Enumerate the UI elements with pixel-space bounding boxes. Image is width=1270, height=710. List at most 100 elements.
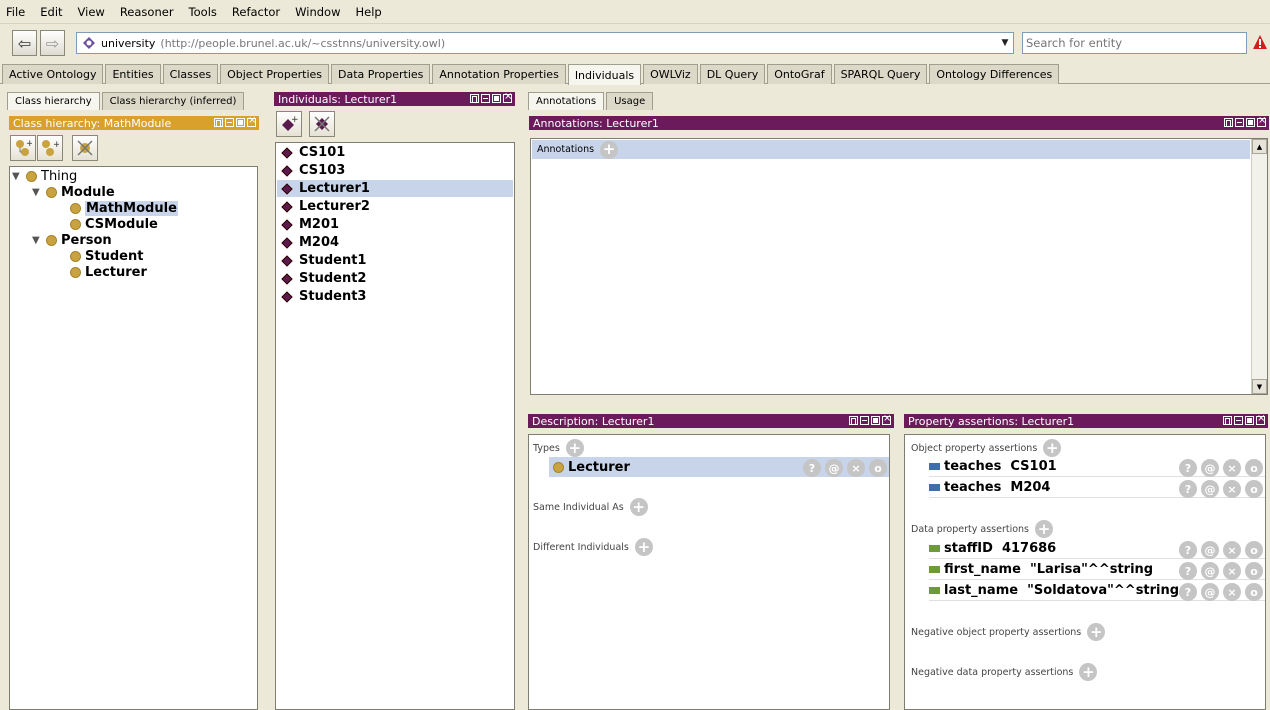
explain-icon[interactable]: ? [803,459,821,477]
search-input[interactable] [1022,32,1247,54]
list-item[interactable]: Student1 [277,252,513,269]
close-icon[interactable] [1256,413,1265,425]
tree-node-person[interactable]: ▼ Person [32,232,112,248]
tab-usage[interactable]: Usage [606,92,654,110]
scroll-down-icon[interactable]: ▼ [1252,379,1267,394]
tab-annotations[interactable]: Annotations [528,92,605,110]
list-item[interactable]: Student3 [277,288,513,305]
back-button[interactable]: ⇦ [12,30,37,56]
tab-sparql-query[interactable]: SPARQL Query [833,64,928,84]
edit-icon[interactable]: o [1245,562,1263,580]
tab-object-properties[interactable]: Object Properties [220,64,330,84]
delete-icon[interactable]: × [1223,459,1241,477]
list-item[interactable]: Lecturer2 [277,198,513,215]
close-icon[interactable] [882,413,891,425]
object-assertion-row[interactable]: teaches CS101 ? @ × o [929,457,1265,477]
tab-data-properties[interactable]: Data Properties [331,64,431,84]
pane-window-buttons[interactable] [214,115,256,127]
maximize-icon[interactable] [1245,416,1254,425]
delete-icon[interactable]: × [1223,583,1241,601]
list-item[interactable]: Student2 [277,270,513,287]
explain-icon[interactable]: ? [1179,541,1197,559]
edit-icon[interactable]: o [1245,541,1263,559]
close-icon[interactable] [1257,115,1266,127]
minimize-icon[interactable] [860,416,869,425]
restore-icon[interactable] [1223,416,1232,425]
tab-dl-query[interactable]: DL Query [699,64,766,84]
tree-node-mathmodule[interactable]: MathModule [70,200,178,216]
object-assertion-row[interactable]: teaches M204 ? @ × o [929,478,1265,498]
menu-edit[interactable]: Edit [34,5,71,19]
delete-icon[interactable]: × [1223,562,1241,580]
tree-node-module[interactable]: ▼ Module [32,184,115,200]
restore-icon[interactable] [470,94,479,103]
delete-individual-button[interactable] [309,111,335,137]
expand-triangle-icon[interactable]: ▼ [32,187,42,198]
edit-icon[interactable]: o [869,459,887,477]
add-negative-data-property-icon[interactable]: + [1079,663,1098,681]
delete-class-button[interactable] [72,135,98,161]
tab-owlviz[interactable]: OWLViz [643,64,698,84]
edit-icon[interactable]: o [1245,480,1263,498]
menu-window[interactable]: Window [289,5,349,19]
tab-ontology-differences[interactable]: Ontology Differences [929,64,1060,84]
add-negative-object-property-icon[interactable]: + [1087,623,1106,641]
maximize-icon[interactable] [236,118,245,127]
delete-icon[interactable]: × [847,459,865,477]
add-individual-button[interactable]: + [276,111,302,137]
list-item[interactable]: M201 [277,216,513,233]
pane-window-buttons[interactable] [849,413,891,425]
add-type-icon[interactable]: + [565,439,584,457]
list-item[interactable]: CS103 [277,162,513,179]
explain-icon[interactable]: ? [1179,562,1197,580]
tree-node-csmodule[interactable]: CSModule [70,216,158,232]
pane-window-buttons[interactable] [470,91,512,103]
annotate-icon[interactable]: @ [1201,541,1219,559]
menu-refactor[interactable]: Refactor [226,5,289,19]
annotate-icon[interactable]: @ [1201,562,1219,580]
tab-annotation-properties[interactable]: Annotation Properties [432,64,566,84]
list-item[interactable]: CS101 [277,144,513,161]
tab-class-hierarchy-inferred[interactable]: Class hierarchy (inferred) [101,92,245,110]
annotate-icon[interactable]: @ [1201,480,1219,498]
forward-button[interactable]: ⇨ [40,30,65,56]
tree-node-student[interactable]: Student [70,248,143,264]
close-icon[interactable] [503,91,512,103]
menu-help[interactable]: Help [349,5,390,19]
maximize-icon[interactable] [492,94,501,103]
restore-icon[interactable] [214,118,223,127]
warning-icon[interactable] [1252,34,1268,50]
expand-triangle-icon[interactable]: ▼ [32,235,42,246]
type-row[interactable]: Lecturer ? @ × o [549,457,889,477]
tab-ontograf[interactable]: OntoGraf [767,64,832,84]
annotate-icon[interactable]: @ [825,459,843,477]
add-object-property-icon[interactable]: + [1043,439,1062,457]
tab-active-ontology[interactable]: Active Ontology [2,64,104,84]
add-subclass-button[interactable]: + [10,135,36,161]
chevron-down-icon[interactable]: ▼ [997,33,1013,53]
tree-node-thing[interactable]: ▼ Thing [12,168,77,184]
list-item[interactable]: M204 [277,234,513,251]
tab-classes[interactable]: Classes [162,64,219,84]
annotations-scrollbar[interactable]: ▲ ▼ [1251,139,1267,394]
list-item-selected[interactable]: Lecturer1 [277,180,513,197]
minimize-icon[interactable] [225,118,234,127]
scroll-up-icon[interactable]: ▲ [1252,139,1267,154]
data-assertion-row[interactable]: staffID 417686 ? @ × o [929,539,1265,559]
add-annotation-icon[interactable]: + [600,140,619,159]
delete-icon[interactable]: × [1223,541,1241,559]
annotate-icon[interactable]: @ [1201,583,1219,601]
add-data-property-icon[interactable]: + [1035,520,1054,538]
explain-icon[interactable]: ? [1179,480,1197,498]
add-same-individual-icon[interactable]: + [629,498,648,516]
maximize-icon[interactable] [871,416,880,425]
minimize-icon[interactable] [481,94,490,103]
tab-individuals[interactable]: Individuals [567,64,642,85]
restore-icon[interactable] [849,416,858,425]
menu-tools[interactable]: Tools [183,5,226,19]
pane-window-buttons[interactable] [1223,413,1265,425]
explain-icon[interactable]: ? [1179,583,1197,601]
ontology-selector[interactable]: university (http://people.brunel.ac.uk/~… [76,32,1014,54]
add-sibling-class-button[interactable]: + [37,135,63,161]
maximize-icon[interactable] [1246,118,1255,127]
